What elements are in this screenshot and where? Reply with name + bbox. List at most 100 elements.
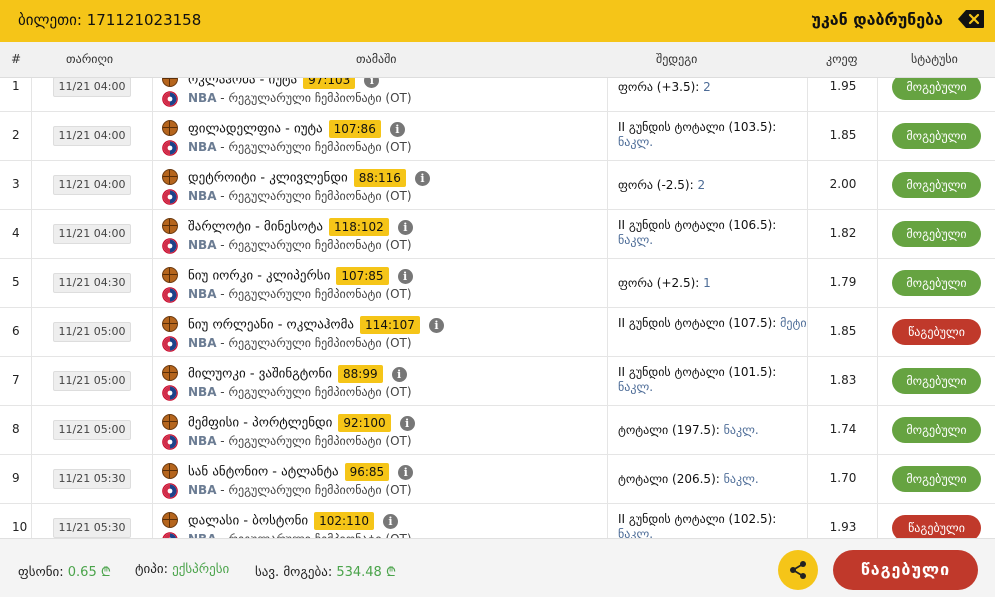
league-detail: - რეგულარული ჩემპიონატი (OT): [216, 434, 412, 448]
row-number: 10: [12, 520, 28, 534]
row-game-cell: ოკლაჰომა - იუტა 97:103 i NBA - რეგულარული ჩ…: [153, 78, 608, 112]
col-date: თარიღი: [66, 52, 114, 66]
type-value: ექსპრესი: [172, 562, 230, 577]
match-teams: დეტროიტი - კლივლენდი 88:116 i: [188, 169, 430, 187]
info-icon[interactable]: i: [414, 170, 430, 186]
row-status-cell: წაგებული: [878, 308, 995, 357]
info-icon[interactable]: i: [391, 366, 407, 382]
table-row[interactable]: 4 11/21 04:00 შარლოტი - მინესოტა 118:102 i NB…: [0, 210, 995, 259]
potential-value: 534.48 ₾: [336, 565, 396, 580]
row-num-cell: 7: [0, 357, 32, 406]
col-odd: კოეფ: [826, 52, 858, 66]
col-bet: შედეგი: [656, 52, 698, 66]
info-icon[interactable]: i: [428, 317, 444, 333]
table-row[interactable]: 8 11/21 05:00 მემფისი - პორტლენდი 92:100 i NB…: [0, 406, 995, 455]
backspace-icon[interactable]: [957, 9, 985, 29]
row-number: 5: [12, 275, 20, 289]
bet-pick: ნაკლ.: [618, 527, 654, 538]
row-date: 11/21 05:00: [53, 371, 131, 391]
bets-table[interactable]: 1 11/21 04:00 ოკლაჰომა - იუტა 97:103 i NBA - …: [0, 78, 995, 538]
status-badge[interactable]: მოგებული: [892, 78, 981, 100]
table-row[interactable]: 1 11/21 04:00 ოკლაჰომა - იუტა 97:103 i NBA - …: [0, 78, 995, 112]
row-date-cell: 11/21 04:00: [33, 161, 153, 210]
row-odd: 1.82: [829, 226, 857, 240]
row-bet-cell: ფორა (+3.5): 2: [608, 78, 808, 112]
row-game-cell: დალასი - ბოსტონი102:110iNBA - რეგულარული…: [153, 504, 608, 538]
table-row[interactable]: 9 11/21 05:30 სან ანტონიო - ატლანტა 96:85 i N…: [0, 455, 995, 504]
status-badge[interactable]: წაგებული: [892, 515, 981, 538]
bet-description: II გუნდის ტოტალი (106.5): ნაკლ.: [618, 218, 808, 248]
teams-label: მილუოკი - ვაშინგტონი: [188, 366, 333, 382]
row-game-cell: მემფისი - პორტლენდი 92:100 i NBA - რეგულარუ…: [153, 406, 608, 455]
bet-market: ფორა (+3.5):: [618, 80, 700, 94]
row-number: 7: [12, 373, 20, 387]
teams-label: ფილადელფია - იუტა: [188, 121, 323, 137]
info-icon[interactable]: i: [398, 464, 414, 480]
row-odd-cell: 1.82: [808, 210, 878, 259]
table-row[interactable]: 1011/21 05:30დალასი - ბოსტონი102:110iNBA…: [0, 504, 995, 538]
row-date-cell: 11/21 05:30: [33, 455, 153, 504]
row-date: 11/21 04:00: [53, 126, 131, 146]
row-odd-cell: 1.95: [808, 78, 878, 112]
bet-pick: 2: [697, 178, 706, 192]
row-odd: 1.70: [829, 471, 857, 485]
league-detail: - რეგულარული ჩემპიონატი (OT): [216, 287, 412, 301]
league-label: NBA - რეგულარული ჩემპიონატი (OT): [188, 336, 412, 350]
bet-description: II გუნდის ტოტალი (101.5): ნაკლ.: [618, 365, 808, 395]
status-badge[interactable]: მოგებული: [892, 466, 981, 492]
teams-label: დეტროიტი - კლივლენდი: [188, 170, 348, 186]
table-row[interactable]: 2 11/21 04:00 ფილადელფია - იუტა 107:86 i NBA …: [0, 112, 995, 161]
row-num-cell: 8: [0, 406, 32, 455]
row-number: 4: [12, 226, 20, 240]
basketball-icon: [162, 316, 178, 332]
info-icon[interactable]: i: [397, 219, 413, 235]
row-bet-cell: II გუნდის ტოტალი (101.5): ნაკლ.: [608, 357, 808, 406]
table-row[interactable]: 7 11/21 05:00 მილუოკი - ვაშინგტონი 88:99 i NB…: [0, 357, 995, 406]
status-badge[interactable]: მოგებული: [892, 417, 981, 443]
status-badge[interactable]: მოგებული: [892, 123, 981, 149]
status-badge[interactable]: მოგებული: [892, 368, 981, 394]
ticket-status-button[interactable]: წაგებული: [833, 550, 978, 590]
row-odd-cell: 2.00: [808, 161, 878, 210]
score-badge: 118:102: [328, 218, 389, 236]
bet-market: ტოტალი (206.5):: [618, 472, 720, 486]
row-odd: 1.93: [829, 520, 857, 534]
nba-logo-icon: [162, 287, 178, 303]
row-odd: 1.83: [829, 373, 857, 387]
info-icon[interactable]: i: [364, 78, 380, 88]
status-badge[interactable]: მოგებული: [892, 172, 981, 198]
bet-description: II გუნდის ტოტალი (103.5): ნაკლ.: [618, 120, 808, 150]
row-num-cell: 4: [0, 210, 32, 259]
table-row[interactable]: 3 11/21 04:00 დეტროიტი - კლივლენდი 88:116 i N…: [0, 161, 995, 210]
row-odd: 1.74: [829, 422, 857, 436]
row-odd: 1.85: [829, 128, 857, 142]
row-date: 11/21 04:30: [53, 273, 131, 293]
info-icon[interactable]: i: [383, 513, 398, 529]
basketball-icon: [162, 169, 178, 185]
row-num-cell: 9: [0, 455, 32, 504]
table-row[interactable]: 5 11/21 04:30 ნიუ იორკი - კლიპერსი 107:85 i N…: [0, 259, 995, 308]
table-row[interactable]: 6 11/21 05:00 ნიუ ორლეანი - ოკლაჰომა 114:10…: [0, 308, 995, 357]
row-status-cell: მოგებული: [878, 357, 995, 406]
status-badge[interactable]: მოგებული: [892, 221, 981, 247]
score-badge: 107:85: [336, 267, 389, 285]
info-icon[interactable]: i: [399, 415, 415, 431]
bet-pick: ნაკლ.: [723, 472, 759, 486]
share-button[interactable]: [778, 550, 818, 590]
row-bet-cell: II გუნდის ტოტალი (107.5): მეტი: [608, 308, 808, 357]
row-num-cell: 2: [0, 112, 32, 161]
nba-logo-icon: [162, 385, 178, 401]
league-name: NBA: [188, 238, 217, 252]
ticket-title: ბილეთი: 171121023158: [18, 11, 201, 29]
basketball-icon: [162, 365, 178, 381]
info-icon[interactable]: i: [397, 268, 413, 284]
score-badge: 107:86: [328, 120, 381, 138]
row-date-cell: 11/21 04:00: [33, 112, 153, 161]
info-icon[interactable]: i: [389, 121, 405, 137]
league-name: NBA: [188, 91, 217, 105]
status-badge[interactable]: მოგებული: [892, 270, 981, 296]
status-badge[interactable]: წაგებული: [892, 319, 981, 345]
league-detail: - რეგულარული ჩემპიონატი (OT): [216, 385, 412, 399]
back-button[interactable]: უკან დაბრუნება: [811, 10, 943, 29]
row-status-cell: მოგებული: [878, 455, 995, 504]
